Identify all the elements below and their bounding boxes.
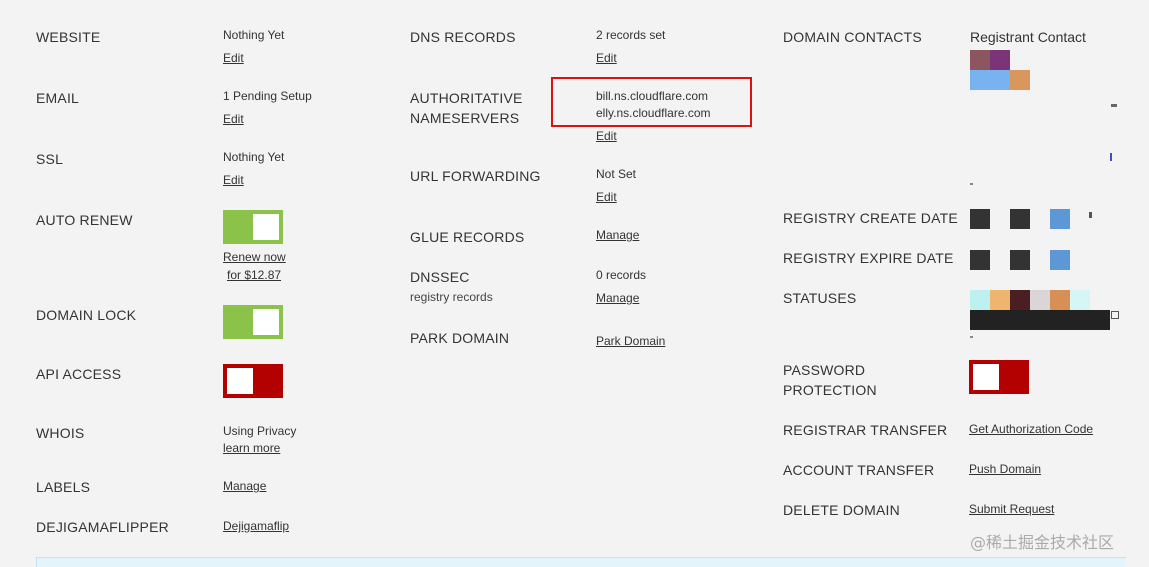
toggle-knob (253, 214, 279, 240)
dnssec-value: 0 records (596, 268, 647, 282)
nameservers-edit-link[interactable]: Edit (596, 128, 617, 145)
watermark: @稀土掘金技术社区 (970, 533, 1115, 552)
protection-label: PROTECTION (783, 382, 877, 398)
api-access-label: API ACCESS (36, 366, 122, 382)
password-label: PASSWORD (783, 362, 866, 378)
glue-records-manage-link[interactable]: Manage (596, 227, 639, 244)
registry-expire-date-label: REGISTRY EXPIRE DATE (783, 250, 954, 266)
account-transfer-label: ACCOUNT TRANSFER (783, 462, 935, 478)
renew-now-link[interactable]: Renew now (223, 249, 286, 266)
info-banner (36, 557, 1126, 567)
toggle-knob (227, 368, 253, 394)
nameservers-label: NAMESERVERS (410, 110, 520, 126)
url-forwarding-label: URL FORWARDING (410, 168, 541, 184)
park-domain-label: PARK DOMAIN (410, 330, 510, 346)
dejigamaflip-link[interactable]: Dejigamaflip (223, 518, 289, 535)
dns-records-value: 2 records set (596, 28, 666, 42)
whois-label: WHOIS (36, 425, 85, 441)
password-protection-toggle[interactable] (969, 360, 1029, 394)
renew-price-link[interactable]: for $12.87 (227, 267, 281, 284)
api-access-toggle[interactable] (223, 364, 283, 398)
website-label: WEBSITE (36, 29, 101, 45)
dnssec-sublabel: registry records (410, 290, 493, 304)
glue-records-label: GLUE RECORDS (410, 229, 525, 245)
dns-records-edit-link[interactable]: Edit (596, 50, 617, 67)
ssl-value: Nothing Yet (223, 150, 285, 164)
email-label: EMAIL (36, 90, 80, 106)
domain-lock-label: DOMAIN LOCK (36, 307, 137, 323)
nameserver-2: elly.ns.cloudflare.com (596, 106, 711, 120)
nameserver-1: bill.ns.cloudflare.com (596, 89, 709, 103)
labels-manage-link[interactable]: Manage (223, 478, 266, 495)
url-forwarding-value: Not Set (596, 167, 637, 181)
website-edit-link[interactable]: Edit (223, 50, 244, 67)
toggle-knob (253, 309, 279, 335)
registrar-transfer-label: REGISTRAR TRANSFER (783, 422, 948, 438)
push-domain-link[interactable]: Push Domain (969, 461, 1041, 478)
email-value: 1 Pending Setup (223, 89, 312, 103)
get-authorization-code-link[interactable]: Get Authorization Code (969, 421, 1093, 438)
whois-learn-more-link[interactable]: learn more (223, 440, 280, 457)
dejigamaflipper-label: DEJIGAMAFLIPPER (36, 519, 169, 535)
ssl-edit-link[interactable]: Edit (223, 172, 244, 189)
auto-renew-toggle[interactable] (223, 210, 283, 244)
registrant-contact-value: Registrant Contact (970, 29, 1086, 45)
url-forwarding-edit-link[interactable]: Edit (596, 189, 617, 206)
submit-request-link[interactable]: Submit Request (969, 501, 1054, 518)
domain-lock-toggle[interactable] (223, 305, 283, 339)
email-edit-link[interactable]: Edit (223, 111, 244, 128)
park-domain-link[interactable]: Park Domain (596, 333, 665, 350)
authoritative-label: AUTHORITATIVE (410, 90, 523, 106)
dnssec-manage-link[interactable]: Manage (596, 290, 639, 307)
auto-renew-label: AUTO RENEW (36, 212, 133, 228)
dns-records-label: DNS RECORDS (410, 29, 516, 45)
dnssec-label: DNSSEC (410, 269, 470, 285)
website-value: Nothing Yet (223, 28, 285, 42)
statuses-label: STATUSES (783, 290, 857, 306)
toggle-knob (973, 364, 999, 390)
delete-domain-label: DELETE DOMAIN (783, 502, 900, 518)
registry-create-date-label: REGISTRY CREATE DATE (783, 210, 958, 226)
ssl-label: SSL (36, 151, 64, 167)
whois-value: Using Privacy (223, 424, 297, 438)
labels-label: LABELS (36, 479, 91, 495)
domain-contacts-label: DOMAIN CONTACTS (783, 29, 922, 45)
